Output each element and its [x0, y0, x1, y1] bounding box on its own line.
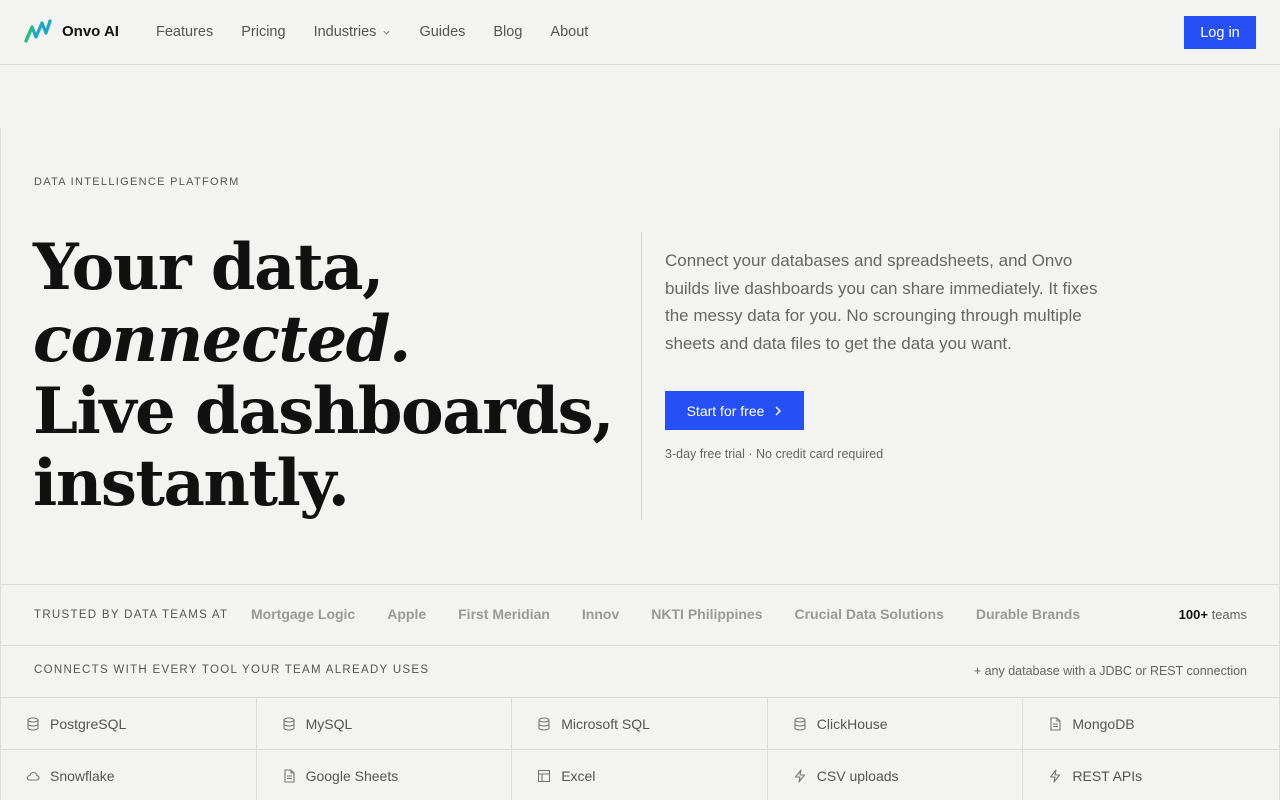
integrations-label: CONNECTS WITH EVERY TOOL YOUR TEAM ALREA… [34, 664, 430, 676]
integrations-section: CONNECTS WITH EVERY TOOL YOUR TEAM ALREA… [0, 646, 1280, 800]
teams-count: 100+ teams [1179, 607, 1247, 622]
brand-logo-link[interactable]: Onvo AI [24, 19, 119, 43]
headline-line-3: Live dashboards, [33, 374, 614, 449]
integration-label: MySQL [305, 715, 353, 732]
top-nav: Onvo AI Features Pricing Industries Guid… [0, 0, 1280, 65]
login-button[interactable]: Log in [1184, 16, 1256, 49]
chevron-down-icon [383, 30, 391, 35]
customer-logo: Innov [581, 606, 620, 622]
integration-csv: CSV uploads [768, 750, 1024, 800]
bolt-icon [1050, 768, 1061, 783]
integrations-grid: PostgreSQL MySQL Microsoft SQL ClickHous… [1, 697, 1279, 800]
integration-mongodb: MongoDB [1023, 698, 1279, 750]
hero-divider [641, 232, 642, 520]
integration-clickhouse: ClickHouse [767, 698, 1024, 750]
trusted-bar: TRUSTED BY DATA TEAMS AT Mortgage Logic … [0, 584, 1280, 646]
nav-link-features[interactable]: Features [156, 24, 213, 40]
nav-link-blog[interactable]: Blog [493, 24, 522, 40]
trusted-label: TRUSTED BY DATA TEAMS AT [34, 609, 229, 621]
integration-label: Microsoft SQL [561, 715, 650, 732]
nav-link-pricing[interactable]: Pricing [241, 24, 285, 40]
integration-label: Google Sheets [305, 767, 399, 784]
hero-lede: Connect your databases and spreadsheets,… [665, 251, 1098, 353]
customer-logo: Apple [387, 606, 427, 622]
database-icon [794, 716, 806, 731]
file-icon [1050, 716, 1061, 731]
database-icon [27, 716, 39, 731]
table-icon [538, 769, 551, 782]
database-icon [538, 716, 550, 731]
customer-logo: Crucial Data Solutions [794, 606, 944, 622]
nav-link-industries-label: Industries [313, 24, 377, 40]
customer-logos: Mortgage Logic Apple First Meridian Inno… [251, 606, 1112, 622]
customer-logo: NKTI Philippines [651, 606, 763, 622]
teams-count-number: 100+ [1178, 607, 1208, 622]
hero-headline: Your data, connected. Live dashboards, i… [33, 230, 614, 521]
headline-line-2: connected. [33, 302, 411, 377]
integrations-note: + any database with a JDBC or REST conne… [973, 664, 1247, 678]
integration-label: MongoDB [1072, 715, 1135, 732]
customer-logo: Durable Brands [975, 606, 1081, 622]
brand-name: Onvo AI [62, 22, 119, 40]
integration-label: REST APIs [1072, 767, 1143, 784]
integration-rest-apis: REST APIs [1023, 750, 1279, 800]
customer-logo: First Meridian [458, 606, 550, 622]
headline-line-1: Your data, [33, 230, 384, 305]
integration-mysql: MySQL [256, 698, 513, 750]
nav-link-about[interactable]: About [550, 24, 588, 40]
database-icon [283, 716, 295, 731]
headline-line-4: instantly. [33, 446, 350, 521]
start-free-label: Start for free [686, 402, 765, 419]
cloud-icon [26, 771, 40, 781]
integration-google-sheets: Google Sheets [257, 750, 513, 800]
nav-link-industries[interactable]: Industries [314, 24, 392, 40]
file-icon [284, 768, 295, 783]
integration-mssql: Microsoft SQL [512, 698, 768, 750]
hero-section: DATA INTELLIGENCE PLATFORM Your data, co… [0, 128, 1280, 585]
integration-snowflake: Snowflake [1, 750, 257, 800]
integration-postgresql: PostgreSQL [1, 698, 257, 750]
integration-label: PostgreSQL [50, 715, 127, 732]
customer-logo: Mortgage Logic [251, 606, 356, 622]
integration-label: Snowflake [50, 767, 115, 784]
integration-label: Excel [561, 767, 596, 784]
teams-count-suffix: teams [1211, 607, 1247, 622]
onvo-logo-icon [24, 19, 52, 43]
hero-eyebrow: DATA INTELLIGENCE PLATFORM [34, 176, 240, 188]
integration-excel: Excel [512, 750, 768, 800]
nav-links: Features Pricing Industries Guides Blog … [156, 24, 616, 40]
integration-label: ClickHouse [816, 715, 888, 732]
integration-label: CSV uploads [816, 767, 899, 784]
nav-link-guides[interactable]: Guides [419, 24, 465, 40]
bolt-icon [794, 768, 805, 783]
chevron-right-icon [775, 406, 782, 415]
start-free-button[interactable]: Start for free [665, 391, 804, 430]
hero-fineprint: 3-day free trial · No credit card requir… [665, 447, 884, 461]
